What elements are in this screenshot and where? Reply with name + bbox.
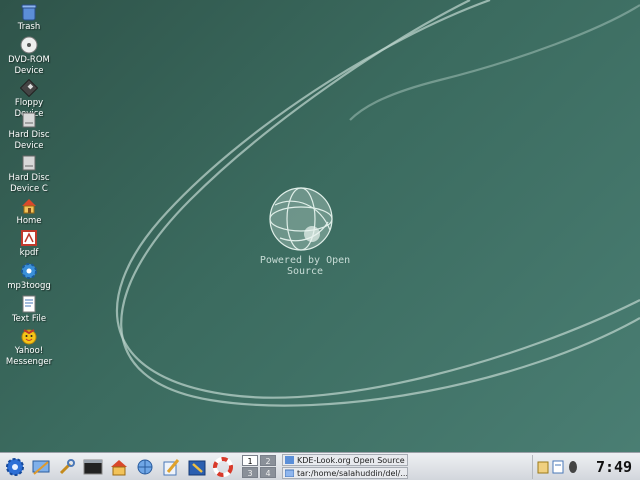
- notes-icon[interactable]: [552, 460, 564, 474]
- desktop-icon-home[interactable]: Home: [0, 197, 58, 227]
- desktop-icon-yahoo-messenger[interactable]: Yahoo! Messenger: [0, 327, 58, 367]
- clock[interactable]: 7:49: [590, 455, 638, 479]
- settings-button[interactable]: [56, 456, 78, 478]
- desktop-icon-text-file[interactable]: Text File: [0, 295, 58, 325]
- help-lifebuoy-icon: [213, 457, 233, 477]
- desktop-icon-hard-disc[interactable]: Hard Disc Device: [0, 111, 58, 151]
- browser-icon: [285, 456, 294, 464]
- home-folder-button[interactable]: [108, 456, 130, 478]
- install-icon: [188, 460, 206, 476]
- terminal-icon: [83, 459, 103, 475]
- gear-icon: [21, 263, 37, 279]
- desktop-icon-label: Text File: [11, 314, 47, 324]
- taskbar-task-kde-look[interactable]: KDE-Look.org Open Source: [282, 454, 408, 466]
- help-button[interactable]: [212, 456, 234, 478]
- desktop-icon-kpdf[interactable]: kpdf: [0, 229, 58, 259]
- desktop-icon-label: Home: [16, 216, 42, 226]
- harddisk-icon: [22, 155, 36, 171]
- globe-logo: [269, 187, 333, 251]
- desktop-icon-dvd-rom[interactable]: DVD-ROM Device: [0, 36, 58, 76]
- desktop-icon-trash[interactable]: Trash: [0, 3, 58, 33]
- desktop-icon-label: mp3toogg: [7, 281, 51, 291]
- system-tray: [532, 455, 587, 479]
- wallpaper-swoosh: [115, 0, 640, 407]
- pager-desktop-1[interactable]: 1: [242, 455, 258, 466]
- desktop-icon-mp3toogg[interactable]: mp3toogg: [0, 262, 58, 292]
- editor-icon: [163, 459, 180, 476]
- desktop-icon-label: kpdf: [19, 248, 39, 258]
- desktop-icon-hard-disc-c[interactable]: Hard Disc Device C: [0, 154, 58, 194]
- terminal-button[interactable]: [82, 456, 104, 478]
- yahoo-messenger-icon: [21, 329, 37, 345]
- settings-wrench-icon: [59, 459, 75, 475]
- install-button[interactable]: [186, 456, 208, 478]
- clipboard-icon[interactable]: [537, 460, 549, 474]
- floppy-icon: [20, 79, 38, 97]
- taskbar-task-tar[interactable]: tar:/home/salahuddin/del/...: [282, 467, 408, 479]
- pager-desktop-2[interactable]: 2: [260, 455, 276, 466]
- pager-desktop-4[interactable]: 4: [260, 467, 276, 478]
- desktop-icon-label: DVD-ROM Device: [8, 55, 50, 76]
- trash-icon: [21, 4, 37, 21]
- text-file-icon: [22, 295, 36, 313]
- network-icon: [137, 459, 153, 475]
- wallpaper-caption: Powered by Open Source: [259, 255, 351, 277]
- desktop-icon-label: Hard Disc Device C: [8, 173, 50, 194]
- kde-menu-button[interactable]: [4, 456, 26, 478]
- home-icon: [22, 199, 36, 214]
- network-button[interactable]: [134, 456, 156, 478]
- dvd-icon: [20, 36, 38, 54]
- kde-menu-icon: [6, 458, 24, 476]
- desktop-icon-label: Trash: [17, 22, 41, 32]
- desktop-icon: [32, 460, 50, 475]
- desktop-icon-label: Yahoo! Messenger: [5, 346, 53, 367]
- pdf-icon: [21, 230, 37, 246]
- desktop-icon-label: Hard Disc Device: [8, 130, 50, 151]
- desktop-pager: 1 2 3 4: [242, 454, 278, 480]
- editor-button[interactable]: [160, 456, 182, 478]
- task-label: tar:/home/salahuddin/del/...: [297, 469, 408, 478]
- task-label: KDE-Look.org Open Source: [297, 456, 405, 465]
- desktop[interactable]: Powered by Open Source Trash DVD-ROM Dev…: [0, 0, 640, 452]
- folder-icon: [285, 469, 294, 477]
- volume-icon[interactable]: [567, 460, 579, 474]
- pager-desktop-3[interactable]: 3: [242, 467, 258, 478]
- harddisk-icon: [22, 112, 36, 128]
- taskbar: 1 2 3 4 KDE-Look.org Open Source tar:/ho…: [0, 452, 640, 480]
- show-desktop-button[interactable]: [30, 456, 52, 478]
- home-folder-icon: [111, 460, 127, 476]
